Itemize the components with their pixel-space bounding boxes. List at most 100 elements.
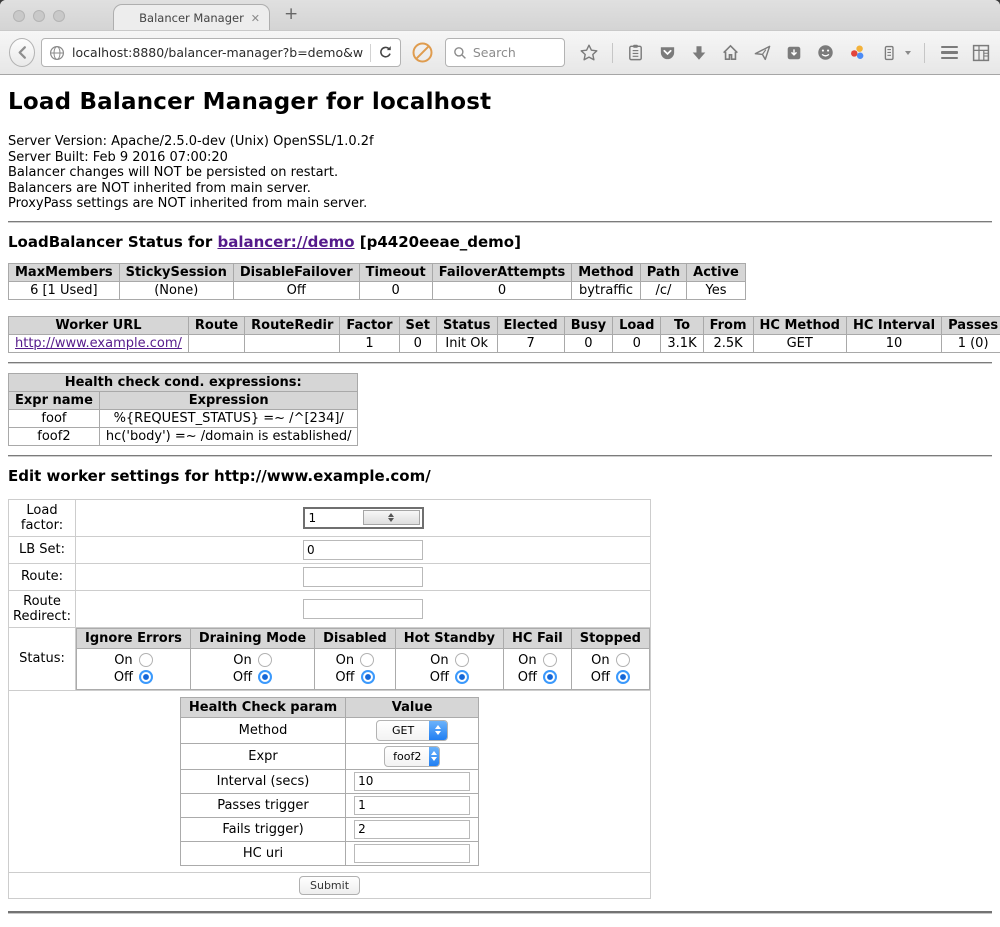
route-input[interactable] bbox=[303, 567, 423, 587]
browser-window: Balancer Manager ✕ + localhost:8880/bala… bbox=[0, 0, 1000, 927]
divider bbox=[8, 221, 992, 223]
toolbar-divider bbox=[612, 43, 613, 63]
fails-input[interactable] bbox=[354, 820, 470, 839]
site-identity-globe-icon[interactable] bbox=[49, 45, 65, 61]
container-battery-icon[interactable] bbox=[880, 44, 898, 62]
col-to: To bbox=[661, 316, 703, 334]
cell-load: 0 bbox=[613, 334, 661, 352]
cell-timeout: 0 bbox=[359, 281, 432, 299]
menu-hamburger-icon[interactable] bbox=[941, 46, 958, 60]
expr-select[interactable]: foof2 bbox=[384, 746, 440, 767]
persist-note-line: Balancer changes will NOT be persisted o… bbox=[8, 165, 992, 181]
close-window-button[interactable] bbox=[13, 10, 25, 22]
url-text[interactable]: localhost:8880/balancer-manager?b=demo&w… bbox=[72, 45, 363, 60]
hot-standby-on-radio[interactable] bbox=[455, 653, 469, 667]
edit-worker-form: Load factor: 1 LB Set: Route: Route Redi… bbox=[8, 499, 651, 899]
back-button[interactable] bbox=[9, 38, 35, 67]
hc-uri-input[interactable] bbox=[354, 844, 470, 863]
back-arrow-icon bbox=[15, 45, 30, 60]
cell-expression: hc('body') =~ /domain is established/ bbox=[99, 427, 358, 445]
method-selected-value: GET bbox=[377, 724, 429, 737]
passes-input[interactable] bbox=[354, 796, 470, 815]
hc-fail-off-radio[interactable] bbox=[543, 670, 557, 684]
route-label: Route: bbox=[9, 563, 76, 590]
draining-mode-off-radio[interactable] bbox=[258, 670, 272, 684]
col-hc-fail: HC Fail bbox=[504, 628, 572, 648]
stopped-off-radio[interactable] bbox=[616, 670, 630, 684]
lb-set-input[interactable] bbox=[303, 540, 423, 560]
col-factor: Factor bbox=[340, 316, 399, 334]
downloads-icon[interactable] bbox=[690, 44, 708, 62]
balancer-demo-link[interactable]: balancer://demo bbox=[217, 233, 354, 251]
divider bbox=[8, 362, 992, 364]
window-controls bbox=[13, 10, 65, 22]
pocket-icon[interactable] bbox=[658, 43, 677, 62]
cell-busy: 0 bbox=[564, 334, 612, 352]
route-redirect-row: Route Redirect: bbox=[9, 590, 651, 627]
new-tab-button[interactable]: + bbox=[284, 4, 298, 24]
cell-to: 3.1K bbox=[661, 334, 703, 352]
col-hc-value: Value bbox=[346, 697, 479, 717]
cell-failoverattempts: 0 bbox=[432, 281, 572, 299]
server-info: Server Version: Apache/2.5.0-dev (Unix) … bbox=[8, 134, 992, 212]
hot-standby-off-radio[interactable] bbox=[455, 670, 469, 684]
search-placeholder[interactable]: Search bbox=[473, 45, 516, 60]
reading-list-icon[interactable] bbox=[626, 43, 645, 62]
search-bar[interactable]: Search bbox=[445, 38, 565, 67]
bookmark-star-icon[interactable] bbox=[579, 43, 599, 63]
edit-worker-heading: Edit worker settings for http://www.exam… bbox=[8, 467, 992, 485]
load-factor-row: Load factor: 1 bbox=[9, 499, 651, 536]
radio-on-label: On bbox=[518, 653, 536, 668]
worker-url-link[interactable]: http://www.example.com/ bbox=[15, 336, 182, 351]
cell-from: 2.5K bbox=[703, 334, 753, 352]
disabled-off-radio[interactable] bbox=[361, 670, 375, 684]
submit-button[interactable]: Submit bbox=[299, 876, 360, 895]
extension-colored-dots-icon[interactable] bbox=[848, 43, 867, 62]
cell-passes: 1 (0) bbox=[942, 334, 1000, 352]
radio-off-label: Off bbox=[591, 670, 610, 685]
cell-hc-method: GET bbox=[753, 334, 846, 352]
disabled-on-radio[interactable] bbox=[360, 653, 374, 667]
number-stepper-icon[interactable] bbox=[363, 510, 420, 525]
col-hot-standby: Hot Standby bbox=[395, 628, 503, 648]
bookmarks-sidebar-grid-icon[interactable] bbox=[971, 43, 991, 63]
draining-mode-on-radio[interactable] bbox=[258, 653, 272, 667]
lb-set-label: LB Set: bbox=[9, 536, 76, 563]
save-to-device-icon[interactable] bbox=[785, 44, 803, 62]
home-icon[interactable] bbox=[721, 43, 740, 62]
expr-row-foof2: foof2 hc('body') =~ /domain is establish… bbox=[9, 427, 358, 445]
status-radio-table: Ignore Errors Draining Mode Disabled Hot… bbox=[76, 628, 650, 690]
proxypass-note-line: ProxyPass settings are NOT inherited fro… bbox=[8, 196, 992, 212]
col-routeredir: RouteRedir bbox=[245, 316, 340, 334]
method-select[interactable]: GET bbox=[376, 720, 448, 741]
ignore-errors-on-radio[interactable] bbox=[139, 653, 153, 667]
tab-balancer-manager[interactable]: Balancer Manager ✕ bbox=[113, 4, 270, 30]
load-factor-input[interactable]: 1 bbox=[303, 507, 424, 529]
feedback-smiley-icon[interactable] bbox=[816, 43, 835, 62]
ignore-errors-off-radio[interactable] bbox=[139, 670, 153, 684]
hc-expr-label: Expr bbox=[180, 743, 345, 769]
minimize-window-button[interactable] bbox=[33, 10, 45, 22]
radio-off-label: Off bbox=[518, 670, 537, 685]
hc-interval-label: Interval (secs) bbox=[180, 769, 345, 793]
zoom-window-button[interactable] bbox=[53, 10, 65, 22]
cell-expression: %{REQUEST_STATUS} =~ /^[234]/ bbox=[99, 409, 358, 427]
url-bar[interactable]: localhost:8880/balancer-manager?b=demo&w… bbox=[41, 38, 401, 67]
hc-fail-on-radio[interactable] bbox=[543, 653, 557, 667]
interval-input[interactable] bbox=[354, 772, 470, 791]
col-worker-url: Worker URL bbox=[9, 316, 189, 334]
server-version-line: Server Version: Apache/2.5.0-dev (Unix) … bbox=[8, 134, 992, 150]
reload-icon[interactable] bbox=[378, 45, 393, 60]
cell-expr-name: foof2 bbox=[9, 427, 100, 445]
send-tab-icon[interactable] bbox=[753, 43, 772, 62]
stopped-on-radio[interactable] bbox=[616, 653, 630, 667]
overflow-caret-icon[interactable] bbox=[905, 51, 911, 55]
content-blocked-icon[interactable] bbox=[411, 41, 434, 64]
expr-row-foof: foof %{REQUEST_STATUS} =~ /^[234]/ bbox=[9, 409, 358, 427]
col-elected: Elected bbox=[497, 316, 564, 334]
route-redirect-input[interactable] bbox=[303, 599, 423, 619]
tab-close-icon[interactable]: ✕ bbox=[251, 12, 260, 25]
table-header-row: Worker URL Route RouteRedir Factor Set S… bbox=[9, 316, 1000, 334]
cell-set: 0 bbox=[399, 334, 436, 352]
cell-routeredir bbox=[245, 334, 340, 352]
